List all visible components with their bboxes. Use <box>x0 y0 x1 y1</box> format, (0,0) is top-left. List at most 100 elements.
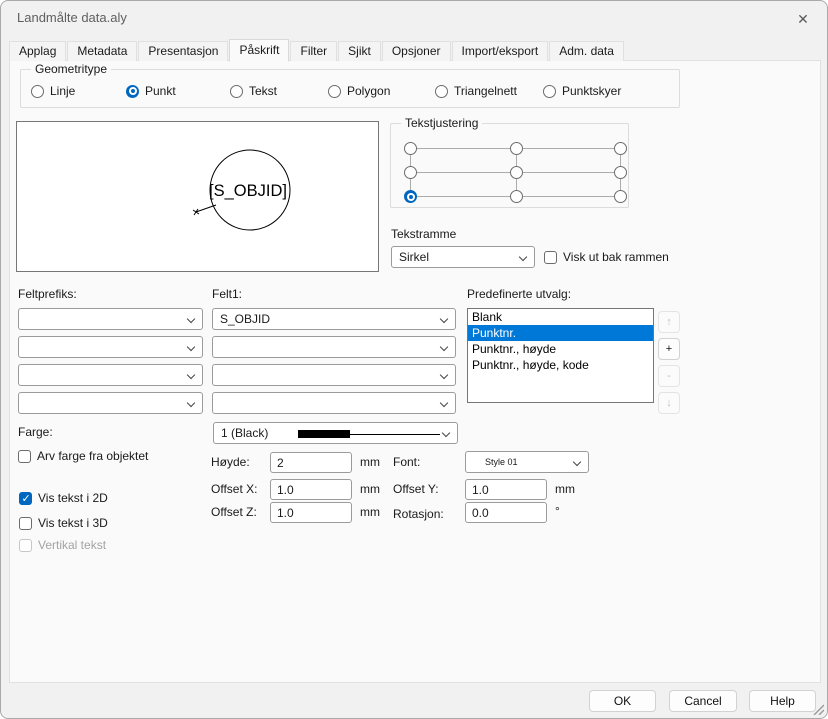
chevron-down-icon <box>187 343 195 351</box>
tab-opsjoner[interactable]: Opsjoner <box>382 41 451 61</box>
radio-geometry-punktskyer[interactable]: Punktskyer <box>543 84 621 98</box>
erase-behind-frame-checkbox[interactable]: Visk ut bak rammen <box>544 250 669 264</box>
height-input[interactable] <box>270 452 352 473</box>
cancel-button[interactable]: Cancel <box>669 690 737 712</box>
tab-applag[interactable]: Applag <box>9 41 66 61</box>
help-button[interactable]: Help <box>749 690 816 712</box>
ok-button[interactable]: OK <box>589 690 656 712</box>
chevron-down-icon <box>442 429 450 437</box>
offset-x-unit: mm <box>360 482 380 496</box>
field1-select-1[interactable]: S_OBJID <box>212 308 456 330</box>
rotation-label: Rotasjon: <box>393 507 444 521</box>
checkbox-disabled-icon <box>19 539 32 552</box>
tab-filter[interactable]: Filter <box>290 41 337 61</box>
alignment-radio-bottom-left[interactable] <box>404 190 417 203</box>
text-frame-value: Sirkel <box>399 250 429 264</box>
field1-select-4[interactable] <box>212 392 456 414</box>
tab-sjikt[interactable]: Sjikt <box>338 41 381 61</box>
radio-geometry-linje[interactable]: Linje <box>31 84 75 98</box>
offset-z-input[interactable] <box>270 502 352 523</box>
show-text-3d-checkbox[interactable]: Vis tekst i 3D <box>19 516 108 530</box>
tab-metadata[interactable]: Metadata <box>67 41 137 61</box>
field1-label: Felt1: <box>212 287 242 301</box>
inherit-color-checkbox[interactable]: Arv farge fra objektet <box>18 449 148 463</box>
radio-label: Linje <box>50 84 75 98</box>
checkbox-icon <box>18 450 31 463</box>
alignment-radio-middle-left[interactable] <box>404 166 417 179</box>
field1-value-1: S_OBJID <box>220 312 270 326</box>
offset-y-label: Offset Y: <box>393 482 439 496</box>
field-prefix-select-4[interactable] <box>18 392 203 414</box>
text-alignment-group: Tekstjustering <box>390 123 629 208</box>
offset-x-input[interactable] <box>270 479 352 500</box>
resize-grip[interactable] <box>811 702 824 715</box>
list-item-punktnr-hoyde-kode[interactable]: Punktnr., høyde, kode <box>468 357 653 373</box>
offset-y-input[interactable] <box>465 479 547 500</box>
chevron-down-icon <box>440 399 448 407</box>
radio-icon <box>31 85 44 98</box>
checkbox-checked-icon <box>19 492 32 505</box>
remove-button: - <box>658 365 680 387</box>
alignment-radio-middle-center[interactable] <box>510 166 523 179</box>
checkbox-icon <box>544 251 557 264</box>
checkbox-icon <box>19 517 32 530</box>
tab-import-eksport[interactable]: Import/eksport <box>452 41 549 61</box>
offset-z-label: Offset Z: <box>211 505 257 519</box>
field-prefix-select-2[interactable] <box>18 336 203 358</box>
font-value: Style 01 <box>485 457 518 467</box>
predefined-selection-list[interactable]: Blank Punktnr. Punktnr., høyde Punktnr.,… <box>467 308 654 403</box>
alignment-radio-top-left[interactable] <box>404 142 417 155</box>
rotation-input[interactable] <box>465 502 547 523</box>
offset-x-label: Offset X: <box>211 482 257 496</box>
list-item-punktnr[interactable]: Punktnr. <box>468 325 653 341</box>
chevron-down-icon <box>440 315 448 323</box>
alignment-radio-bottom-right[interactable] <box>614 190 627 203</box>
radio-label: Tekst <box>249 84 277 98</box>
alignment-radio-top-center[interactable] <box>510 142 523 155</box>
radio-geometry-punkt[interactable]: Punkt <box>126 84 176 98</box>
dialog-landmalte-data: Landmålte data.aly ✕ Applag Metadata Pre… <box>0 0 828 719</box>
geometry-type-legend: Geometritype <box>31 62 111 76</box>
radio-geometry-tekst[interactable]: Tekst <box>230 84 277 98</box>
field-prefix-select-3[interactable] <box>18 364 203 386</box>
window-title: Landmålte data.aly <box>17 10 127 25</box>
chevron-down-icon <box>519 253 527 261</box>
tab-strip: Applag Metadata Presentasjon Påskrift Fi… <box>9 38 625 61</box>
height-label: Høyde: <box>211 455 250 469</box>
tab-adm-data[interactable]: Adm. data <box>549 41 624 61</box>
field-prefix-label: Feltprefiks: <box>18 287 77 301</box>
list-item-punktnr-hoyde[interactable]: Punktnr., høyde <box>468 341 653 357</box>
field1-select-2[interactable] <box>212 336 456 358</box>
alignment-radio-bottom-center[interactable] <box>510 190 523 203</box>
radio-icon <box>543 85 556 98</box>
move-up-button: ↑ <box>658 311 680 333</box>
tab-presentasjon[interactable]: Presentasjon <box>138 41 228 61</box>
color-select[interactable]: 1 (Black) <box>213 422 458 444</box>
show-text-2d-checkbox[interactable]: Vis tekst i 2D <box>19 491 108 505</box>
move-down-button: ↓ <box>658 392 680 414</box>
alignment-radio-middle-right[interactable] <box>614 166 627 179</box>
checkbox-label: Arv farge fra objektet <box>37 449 148 463</box>
font-label: Font: <box>393 455 420 469</box>
text-frame-select[interactable]: Sirkel <box>391 246 535 268</box>
radio-geometry-polygon[interactable]: Polygon <box>328 84 390 98</box>
radio-icon <box>328 85 341 98</box>
checkbox-label: Vis tekst i 3D <box>38 516 108 530</box>
chevron-down-icon <box>187 315 195 323</box>
tab-paskrift[interactable]: Påskrift <box>229 39 289 62</box>
height-unit: mm <box>360 455 380 469</box>
chevron-down-icon <box>440 343 448 351</box>
checkbox-label: Vertikal tekst <box>38 538 106 552</box>
color-swatch <box>298 430 350 438</box>
list-item-blank[interactable]: Blank <box>468 309 653 325</box>
chevron-down-icon <box>440 371 448 379</box>
field1-select-3[interactable] <box>212 364 456 386</box>
add-button[interactable]: + <box>658 338 680 360</box>
rotation-unit: ° <box>555 504 560 518</box>
field-prefix-select-1[interactable] <box>18 308 203 330</box>
alignment-radio-top-right[interactable] <box>614 142 627 155</box>
close-icon[interactable]: ✕ <box>789 6 817 32</box>
radio-geometry-triangelnett[interactable]: Triangelnett <box>435 84 517 98</box>
font-select[interactable]: Style 01 <box>465 451 589 473</box>
chevron-down-icon <box>187 399 195 407</box>
